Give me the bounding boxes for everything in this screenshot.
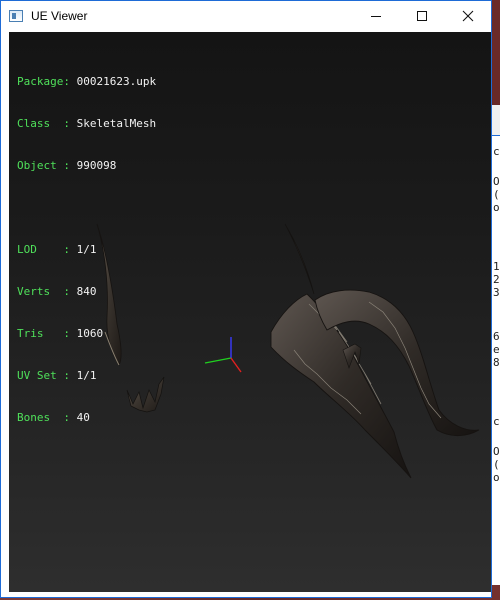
tris-label: Tris : xyxy=(17,327,70,340)
object-row: Object : 990098 xyxy=(17,159,156,173)
lod-row: LOD : 1/1 xyxy=(17,243,156,257)
uvset-row: UV Set : 1/1 xyxy=(17,369,156,383)
ue-viewer-window[interactable]: UE Viewer Package: 00021623.upk Class: … xyxy=(0,0,492,598)
spine-mesh xyxy=(284,223,315,295)
lod-label: LOD : xyxy=(17,243,70,256)
uvset-value: 1/1 xyxy=(76,369,97,382)
maximize-icon xyxy=(417,11,427,21)
class-row: Class : SkeletalMesh xyxy=(17,117,156,131)
window-title: UE Viewer xyxy=(31,9,88,23)
bones-label: Bones : xyxy=(17,411,70,424)
package-label: Package: xyxy=(17,75,70,88)
title-bar[interactable]: UE Viewer xyxy=(1,1,491,31)
verts-row: Verts : 840 xyxy=(17,285,156,299)
axis-gizmo xyxy=(204,337,242,373)
bones-row: Bones : 40 xyxy=(17,411,156,425)
bones-value: 40 xyxy=(76,411,90,424)
tris-value: 1060 xyxy=(76,327,104,340)
background-window-titlebar xyxy=(491,105,500,136)
lod-value: 1/1 xyxy=(76,243,97,256)
app-window-icon xyxy=(9,10,23,22)
background-text-5: c xyxy=(493,415,500,428)
minimize-button[interactable] xyxy=(353,1,399,31)
verts-value: 840 xyxy=(76,285,97,298)
background-text-6: O ( o xyxy=(493,445,500,484)
background-text-3: 1 2 3 xyxy=(493,260,500,299)
mesh-info-overlay: Package: 00021623.upk Class : SkeletalMe… xyxy=(17,47,156,453)
verts-label: Verts : xyxy=(17,285,70,298)
desktop: c O ( o 1 2 3 6 e 8 c O ( o UE Viewer Pa… xyxy=(0,0,500,600)
background-text-4: 6 e 8 xyxy=(493,330,500,369)
uvset-label: UV Set : xyxy=(17,369,70,382)
package-row: Package: 00021623.upk xyxy=(17,75,156,89)
close-button[interactable] xyxy=(445,1,491,31)
object-value: 990098 xyxy=(76,159,117,172)
maximize-button[interactable] xyxy=(399,1,445,31)
object-label: Object : xyxy=(17,159,70,172)
package-value: 00021623.upk xyxy=(76,75,157,88)
minimize-icon xyxy=(371,16,381,17)
class-value: SkeletalMesh xyxy=(76,117,157,130)
class-label: Class : xyxy=(17,117,70,130)
background-text-1: c xyxy=(493,145,500,158)
close-icon xyxy=(462,10,474,22)
background-text-2: O ( o xyxy=(493,175,500,214)
tris-row: Tris : 1060 xyxy=(17,327,156,341)
3d-viewport[interactable]: Package: 00021623.upk Class : SkeletalMe… xyxy=(9,32,491,592)
spacer-row xyxy=(17,201,156,215)
window-controls xyxy=(353,1,491,31)
